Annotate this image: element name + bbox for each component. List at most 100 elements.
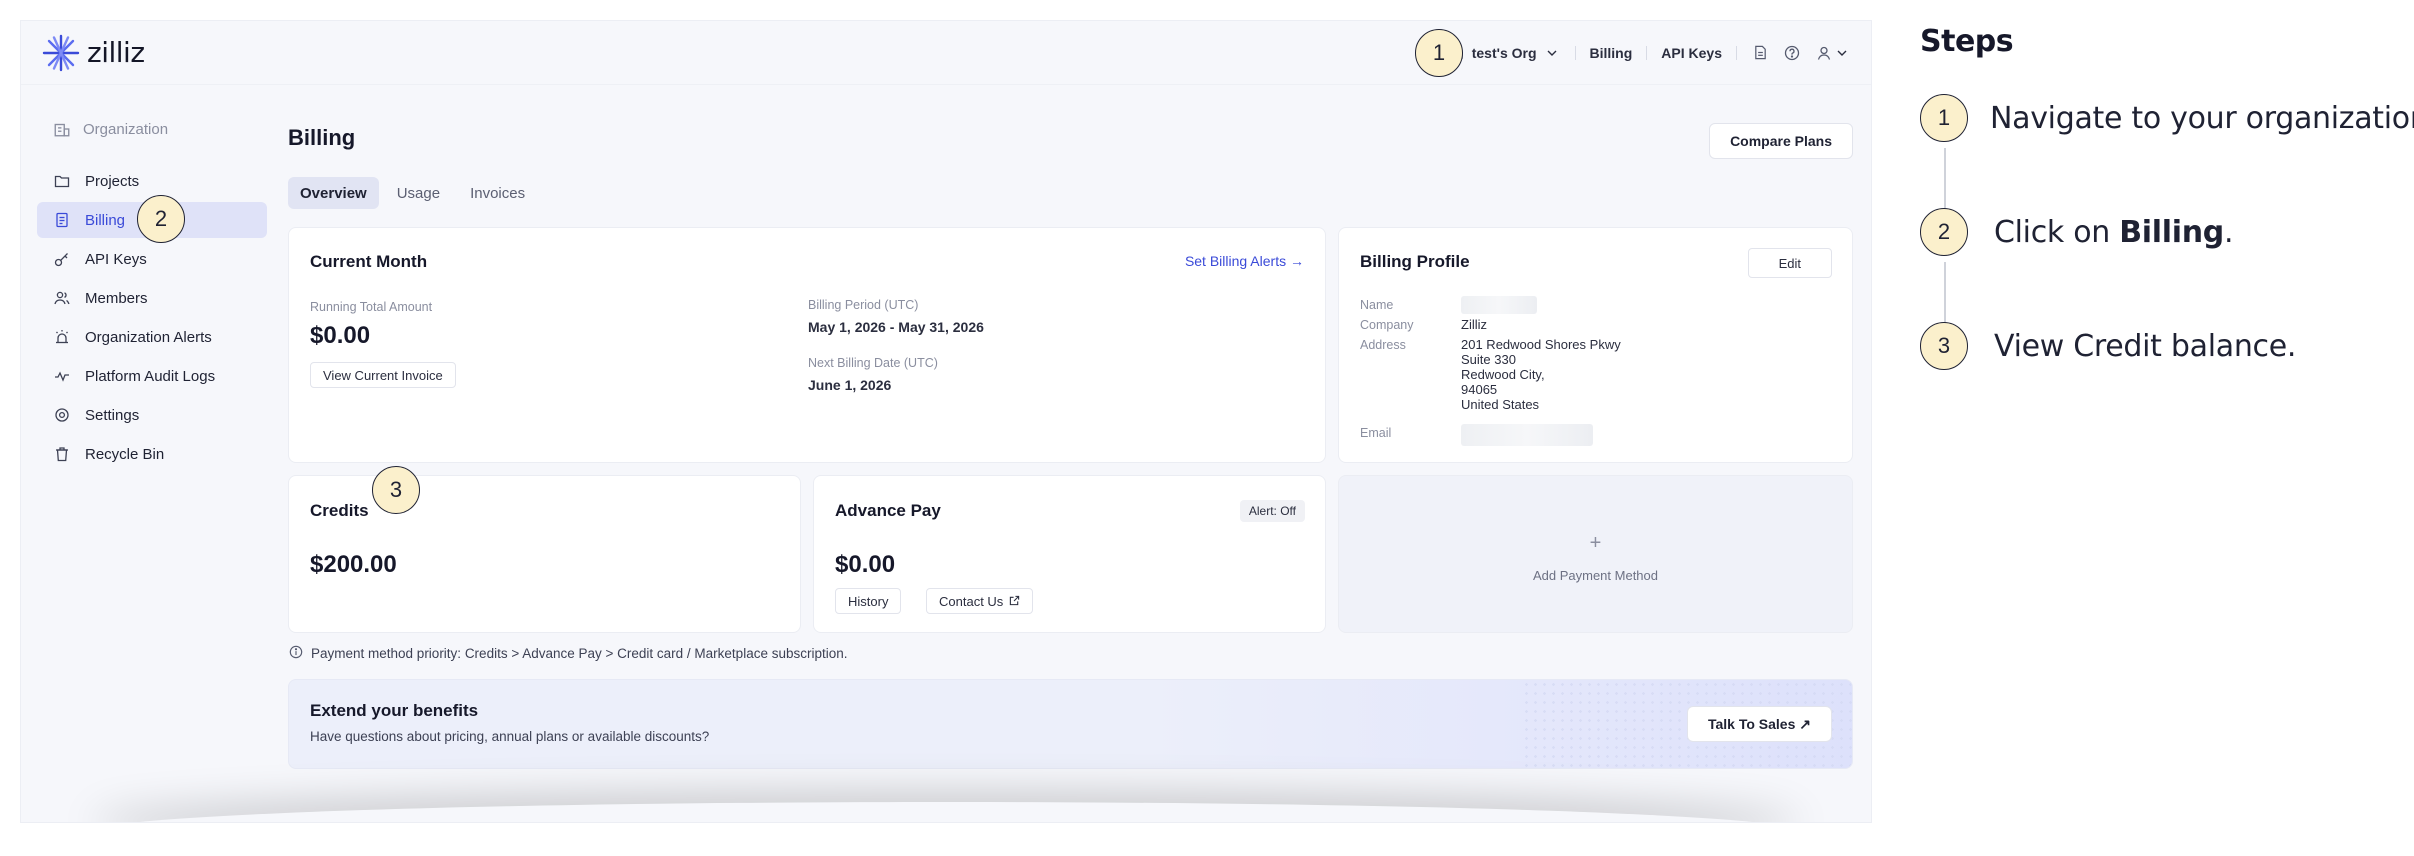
- set-billing-alerts-link[interactable]: Set Billing Alerts →: [1185, 253, 1304, 269]
- sidebar-item-projects[interactable]: Projects: [37, 163, 267, 199]
- docs-icon[interactable]: [1751, 44, 1769, 62]
- compare-plans-button[interactable]: Compare Plans: [1709, 123, 1853, 159]
- step-number: 2: [1920, 208, 1968, 256]
- gear-icon: [53, 406, 71, 424]
- sidebar-item-organization-alerts[interactable]: Organization Alerts: [37, 319, 267, 355]
- step-text-suffix: .: [2223, 214, 2234, 250]
- key-icon: [53, 250, 71, 268]
- top-bar: zilliz test's Org Billing API Keys: [21, 21, 1871, 85]
- help-icon[interactable]: [1783, 44, 1801, 62]
- priority-text: Payment method priority: Credits > Advan…: [311, 646, 848, 661]
- app-screenshot: zilliz test's Org Billing API Keys 1 Org…: [20, 20, 1872, 823]
- step-connector: [1944, 148, 1946, 214]
- user-icon[interactable]: [1815, 44, 1833, 62]
- external-link-icon: [1009, 594, 1020, 609]
- sidebar-item-platform-audit-logs[interactable]: Platform Audit Logs: [37, 358, 267, 394]
- alert-status-badge: Alert: Off: [1239, 500, 1305, 522]
- view-current-invoice-button[interactable]: View Current Invoice: [310, 362, 456, 388]
- billing-icon: [53, 211, 71, 229]
- plus-icon: +: [1589, 532, 1602, 554]
- org-name: test's Org: [1471, 44, 1537, 61]
- running-total-value: $0.00: [310, 322, 371, 349]
- sidebar-organization[interactable]: Organization: [37, 109, 267, 149]
- advance-pay-value: $0.00: [835, 551, 896, 578]
- add-payment-label: Add Payment Method: [1532, 568, 1659, 583]
- address-line: 94065: [1461, 382, 1498, 397]
- address-line: United States: [1461, 397, 1540, 412]
- step-text: View Credit balance.: [1994, 328, 2297, 364]
- org-switcher[interactable]: test's Org: [1448, 44, 1561, 62]
- company-label: Company: [1360, 318, 1414, 332]
- next-billing-date-value: June 1, 2026: [808, 377, 892, 393]
- company-value: Zilliz: [1461, 317, 1487, 332]
- billing-period-label: Billing Period (UTC): [808, 298, 919, 312]
- divider: [1574, 45, 1576, 60]
- step-connector: [1944, 262, 1946, 328]
- sidebar-item-members[interactable]: Members: [37, 280, 267, 316]
- billing-profile-card: Billing Profile Edit Name Company Zilliz…: [1338, 227, 1853, 463]
- zilliz-logo[interactable]: zilliz: [41, 33, 145, 73]
- tab-usage[interactable]: Usage: [385, 177, 452, 209]
- sidebar-org-label: Organization: [83, 120, 169, 138]
- address-block: 201 Redwood Shores Pkwy Suite 330 Redwoo…: [1461, 337, 1621, 412]
- step-text-bold: Billing: [2119, 214, 2224, 250]
- billing-period-value: May 1, 2026 - May 31, 2026: [808, 319, 984, 335]
- trash-icon: [53, 445, 71, 463]
- address-line: Redwood City,: [1461, 367, 1545, 382]
- logo-text: zilliz: [87, 36, 145, 69]
- advance-pay-title: Advance Pay: [835, 501, 941, 520]
- steps-title: Steps: [1920, 24, 2014, 59]
- talk-to-sales-button[interactable]: Talk To Sales ↗: [1686, 706, 1832, 742]
- alarm-icon: [53, 328, 71, 346]
- payment-priority-note: Payment method priority: Credits > Advan…: [289, 645, 848, 662]
- building-icon: [53, 120, 71, 138]
- step-text: Navigate to your organization.: [1990, 100, 2414, 136]
- chevron-down-icon[interactable]: [1833, 44, 1851, 62]
- redacted-name: [1461, 296, 1537, 314]
- running-total-label: Running Total Amount: [310, 300, 433, 314]
- step-marker-3: 3: [372, 466, 420, 514]
- sidebar-item-label: Settings: [85, 406, 140, 424]
- logo-star-icon: [41, 33, 81, 73]
- sidebar-item-label: Platform Audit Logs: [85, 367, 216, 385]
- advance-pay-card: Advance Pay Alert: Off $0.00 History Con…: [813, 475, 1326, 633]
- divider: [1646, 45, 1648, 60]
- contact-us-button[interactable]: Contact Us: [926, 588, 1034, 614]
- history-button[interactable]: History: [835, 588, 902, 614]
- tab-invoices[interactable]: Invoices: [458, 177, 537, 209]
- top-api-keys-link[interactable]: API Keys: [1661, 45, 1722, 61]
- edit-profile-button[interactable]: Edit: [1747, 248, 1832, 278]
- sidebar: Organization Projects Billing API Keys M…: [37, 109, 267, 475]
- members-icon: [53, 289, 71, 307]
- step-2: 2 Click on Billing.: [1920, 208, 2234, 256]
- sidebar-item-label: Billing: [85, 211, 126, 229]
- add-payment-method-card[interactable]: + Add Payment Method: [1338, 475, 1853, 633]
- name-label: Name: [1360, 298, 1394, 312]
- step-number: 3: [1920, 322, 1968, 370]
- contact-us-label: Contact Us: [939, 593, 1004, 609]
- current-month-card: Current Month Set Billing Alerts → Runni…: [288, 227, 1326, 463]
- steps-panel: Steps 1 Navigate to your organization. 2…: [1920, 24, 2414, 370]
- billing-profile-title: Billing Profile: [1360, 252, 1470, 271]
- folder-icon: [53, 172, 71, 190]
- credits-value: $200.00: [310, 551, 397, 578]
- sidebar-item-recycle-bin[interactable]: Recycle Bin: [37, 436, 267, 472]
- sidebar-item-label: Organization Alerts: [85, 328, 212, 346]
- bottom-shadow: [91, 802, 1801, 822]
- sidebar-item-api-keys[interactable]: API Keys: [37, 241, 267, 277]
- step-text: Click on Billing.: [1994, 214, 2234, 250]
- chevron-down-icon: [1543, 44, 1561, 62]
- step-marker-2: 2: [137, 195, 185, 243]
- page-title: Billing: [288, 125, 356, 150]
- sidebar-item-label: Projects: [85, 172, 140, 190]
- next-billing-date-label: Next Billing Date (UTC): [808, 356, 938, 370]
- sidebar-item-settings[interactable]: Settings: [37, 397, 267, 433]
- redacted-email: [1461, 424, 1593, 446]
- banner-title: Extend your benefits: [310, 701, 479, 720]
- step-marker-1: 1: [1415, 29, 1463, 77]
- current-month-title: Current Month: [310, 252, 428, 271]
- top-billing-link[interactable]: Billing: [1590, 45, 1633, 61]
- tab-overview[interactable]: Overview: [288, 177, 379, 209]
- step-number: 1: [1920, 94, 1968, 142]
- extend-benefits-banner: Extend your benefits Have questions abou…: [288, 679, 1853, 769]
